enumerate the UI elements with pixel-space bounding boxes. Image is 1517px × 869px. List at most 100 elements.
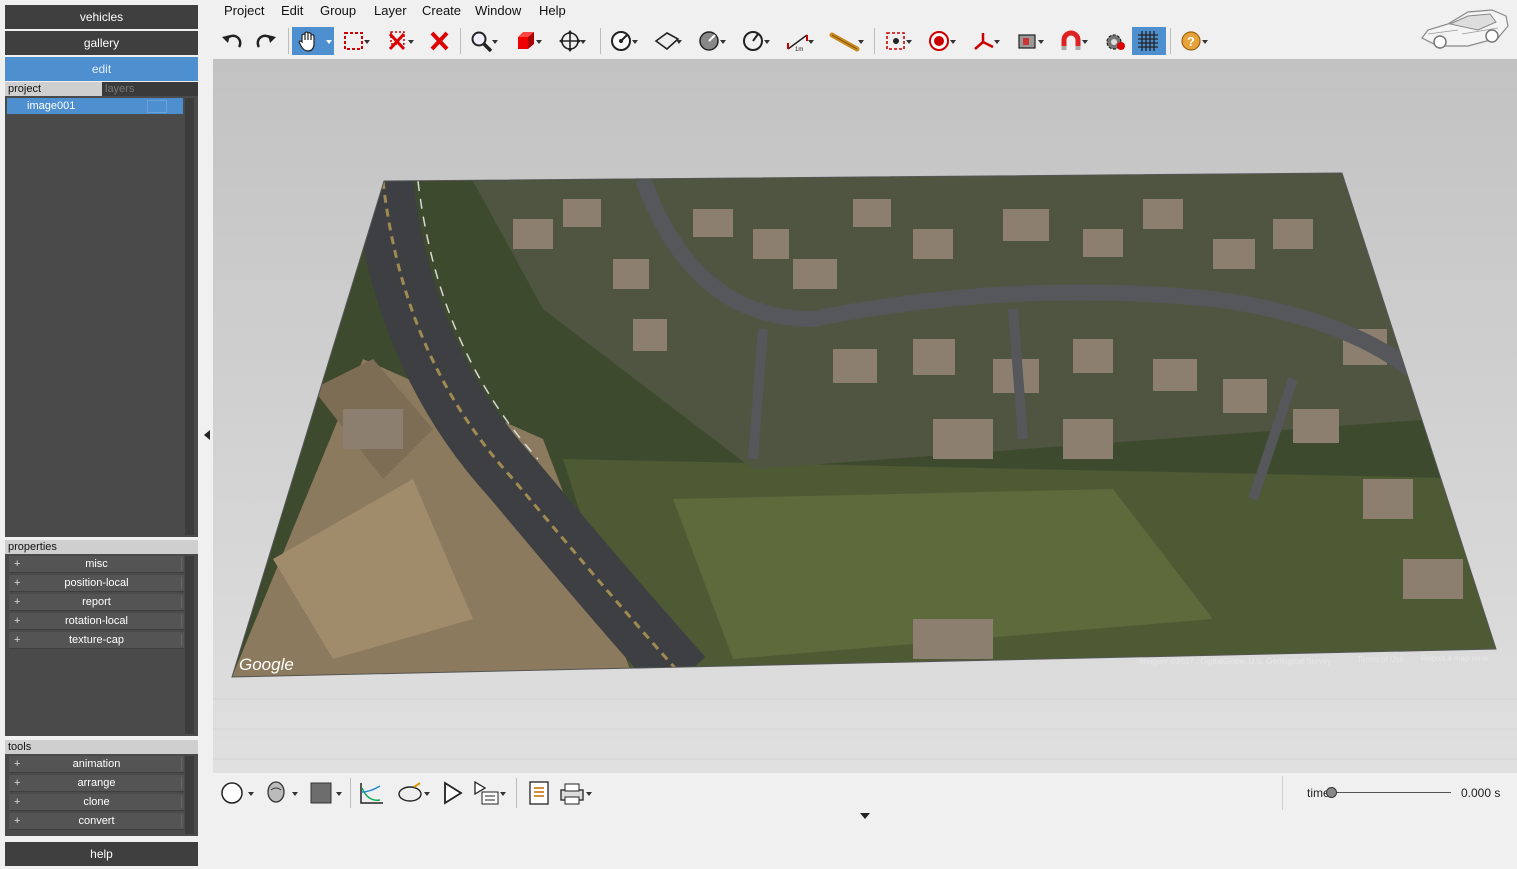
tool-arrange[interactable]: + arrange bbox=[9, 775, 184, 792]
3d-viewport[interactable]: Google Imagery ©2017 , DigitalGlobe, U.S… bbox=[213, 59, 1517, 773]
measure-tape-icon bbox=[829, 32, 860, 52]
menu-window[interactable]: Window bbox=[475, 3, 521, 18]
undo-icon bbox=[222, 34, 242, 48]
tree-scrollbar[interactable] bbox=[185, 98, 194, 535]
time-value: 0.000 s bbox=[1461, 786, 1501, 800]
play-options-button[interactable] bbox=[468, 778, 508, 808]
expand-icon: + bbox=[14, 758, 21, 770]
magnet-button[interactable] bbox=[1056, 27, 1090, 55]
viewport-scene[interactable]: Google Imagery ©2017 , DigitalGlobe, U.S… bbox=[213, 59, 1517, 773]
help-button[interactable]: help bbox=[5, 842, 198, 866]
move-button[interactable] bbox=[554, 27, 588, 55]
grid-icon bbox=[1138, 31, 1158, 51]
tools-scrollbar[interactable] bbox=[185, 756, 194, 834]
pan-hand-icon bbox=[298, 31, 315, 52]
tool-clone[interactable]: + clone bbox=[9, 794, 184, 811]
cube-button[interactable] bbox=[510, 27, 544, 55]
menu-layer[interactable]: Layer bbox=[374, 3, 407, 18]
expand-icon: + bbox=[14, 558, 21, 570]
time-control: time 0.000 s bbox=[1282, 776, 1517, 810]
axes-button[interactable] bbox=[968, 27, 1002, 55]
time-slider-handle[interactable] bbox=[1326, 787, 1337, 798]
menu-help[interactable]: Help bbox=[539, 3, 566, 18]
pan-button[interactable] bbox=[292, 27, 334, 55]
measure-angle-button[interactable] bbox=[606, 27, 640, 55]
animal-model-icon bbox=[398, 782, 422, 802]
expand-icon: + bbox=[14, 796, 21, 808]
toolbar: 1m ? bbox=[214, 24, 1214, 58]
menu-edit[interactable]: Edit bbox=[281, 3, 303, 18]
property-texture-cap[interactable]: + texture-cap bbox=[9, 632, 184, 649]
properties-header: properties bbox=[5, 540, 198, 554]
tool-label: animation bbox=[72, 758, 121, 770]
property-rotation-local[interactable]: + rotation-local bbox=[9, 613, 184, 630]
map-texture bbox=[232, 173, 1496, 677]
rotate-button[interactable] bbox=[694, 27, 728, 55]
tab-project[interactable]: project bbox=[5, 82, 103, 96]
menu-group[interactable]: Group bbox=[320, 3, 356, 18]
property-label: report bbox=[82, 596, 111, 608]
play-icon bbox=[444, 781, 463, 805]
help-tool-button[interactable]: ? bbox=[1176, 27, 1210, 55]
map-attribution: Imagery ©2017 , DigitalGlobe, U.S. Geolo… bbox=[1139, 657, 1331, 666]
panel-tabs: project layers bbox=[5, 82, 198, 96]
printer-icon bbox=[560, 783, 584, 805]
play-options-icon bbox=[474, 780, 499, 805]
delete-multi-button[interactable] bbox=[382, 27, 416, 55]
bottom-toolbar: time 0.000 s bbox=[214, 776, 1517, 826]
camera-button[interactable] bbox=[1012, 27, 1046, 55]
tools-list: + animation + arrange + clone + convert bbox=[5, 754, 198, 836]
map-watermark: Google bbox=[239, 655, 294, 674]
radius-button[interactable] bbox=[738, 27, 772, 55]
menu-project[interactable]: Project bbox=[224, 3, 264, 18]
visibility-box[interactable] bbox=[147, 100, 167, 113]
property-misc[interactable]: + misc bbox=[9, 556, 184, 573]
sphere-button[interactable] bbox=[216, 778, 256, 808]
grid-button[interactable] bbox=[1132, 27, 1166, 55]
expand-bottom-panel-icon[interactable] bbox=[860, 813, 870, 819]
property-position-local[interactable]: + position-local bbox=[9, 575, 184, 592]
material-button[interactable] bbox=[304, 778, 344, 808]
tab-layers[interactable]: layers bbox=[102, 82, 198, 96]
tool-animation[interactable]: + animation bbox=[9, 756, 184, 773]
undo-button[interactable] bbox=[216, 27, 250, 55]
left-panel: vehicles gallery edit project layers ima… bbox=[0, 0, 203, 869]
measure-tape-button[interactable] bbox=[826, 27, 866, 55]
point-target-button[interactable] bbox=[880, 27, 914, 55]
plane-button[interactable] bbox=[650, 27, 684, 55]
head-model-button[interactable] bbox=[260, 778, 300, 808]
svg-text:1m: 1m bbox=[795, 47, 803, 53]
redo-icon bbox=[256, 34, 276, 48]
redo-button[interactable] bbox=[250, 27, 284, 55]
record-button[interactable] bbox=[924, 27, 958, 55]
zoom-button[interactable] bbox=[466, 27, 500, 55]
property-report[interactable]: + report bbox=[9, 594, 184, 611]
delete-icon bbox=[430, 31, 449, 51]
curve-editor-button[interactable] bbox=[354, 778, 394, 808]
properties-list: + misc + position-local + report + rotat… bbox=[5, 554, 198, 736]
tool-convert[interactable]: + convert bbox=[9, 813, 184, 830]
gallery-button[interactable]: gallery bbox=[5, 31, 198, 55]
collapse-panel-icon[interactable] bbox=[204, 430, 210, 440]
print-button[interactable] bbox=[554, 778, 594, 808]
vehicles-button[interactable]: vehicles bbox=[5, 5, 198, 29]
expand-icon: + bbox=[14, 615, 21, 627]
curve-editor-icon bbox=[360, 783, 383, 804]
settings-record-button[interactable] bbox=[1098, 27, 1132, 55]
tool-label: arrange bbox=[77, 777, 116, 789]
report-document-icon bbox=[529, 781, 549, 805]
map-report-link[interactable]: Report a map error bbox=[1421, 654, 1489, 663]
properties-title: properties bbox=[5, 540, 198, 554]
edit-button[interactable]: edit bbox=[5, 57, 198, 81]
scale-ruler-button[interactable]: 1m bbox=[782, 27, 816, 55]
delete-button[interactable] bbox=[424, 27, 458, 55]
select-box-button[interactable] bbox=[338, 27, 372, 55]
tree-item-label: image001 bbox=[27, 100, 76, 112]
properties-scrollbar[interactable] bbox=[185, 556, 194, 734]
tree-item-image001[interactable]: image001 bbox=[7, 98, 183, 114]
time-slider[interactable] bbox=[1331, 792, 1451, 793]
map-terms-link[interactable]: Terms of Use bbox=[1357, 655, 1405, 664]
head-model-icon bbox=[267, 781, 285, 803]
animal-model-button[interactable] bbox=[392, 778, 432, 808]
menu-create[interactable]: Create bbox=[422, 3, 461, 18]
